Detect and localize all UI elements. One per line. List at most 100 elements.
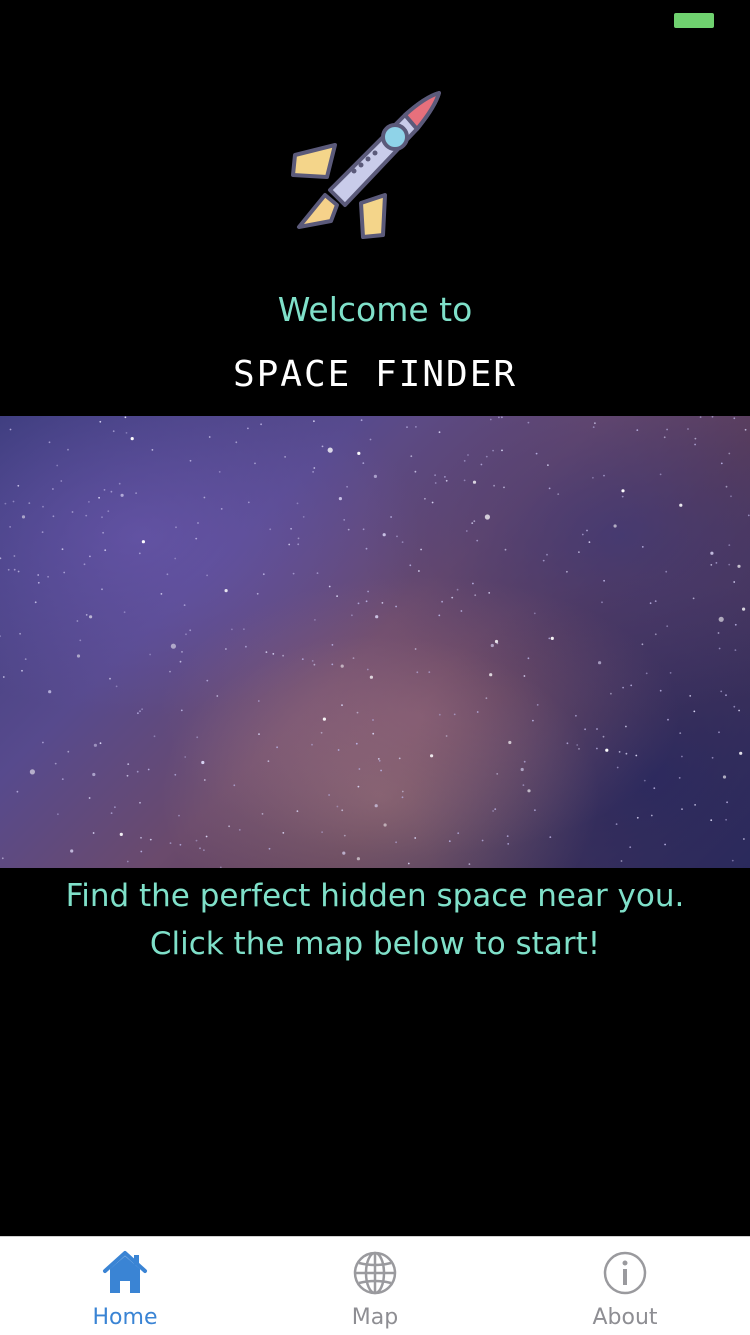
star — [7, 568, 10, 571]
star — [566, 570, 568, 573]
star — [93, 743, 97, 747]
star — [153, 735, 156, 738]
star — [641, 546, 644, 548]
star — [63, 571, 66, 574]
star — [103, 489, 106, 491]
star — [549, 836, 552, 838]
star — [734, 623, 737, 626]
star — [71, 511, 74, 513]
star — [592, 426, 595, 428]
star — [149, 838, 152, 841]
star — [67, 448, 69, 451]
star — [245, 645, 247, 648]
star — [352, 657, 355, 659]
app-title: SPACE FINDER — [232, 354, 518, 395]
star — [120, 493, 124, 497]
star — [398, 757, 401, 760]
star — [139, 710, 141, 713]
star — [322, 717, 326, 721]
star — [358, 768, 361, 770]
star — [666, 428, 668, 431]
star — [725, 694, 727, 697]
star — [596, 747, 598, 750]
star — [367, 590, 369, 593]
star — [605, 748, 609, 752]
star — [465, 530, 468, 532]
star — [76, 620, 79, 622]
tab-map-label: Map — [351, 1305, 399, 1330]
star — [664, 843, 666, 846]
star — [420, 548, 422, 551]
tagline: Find the perfect hidden space near you. … — [0, 872, 750, 968]
star — [180, 709, 183, 712]
star — [110, 490, 113, 493]
star — [715, 562, 718, 564]
star — [115, 685, 118, 688]
star — [189, 629, 192, 632]
star — [441, 600, 443, 603]
star — [136, 770, 139, 773]
star — [438, 614, 441, 617]
star — [578, 748, 580, 750]
star — [284, 456, 286, 458]
star — [140, 836, 142, 839]
star — [258, 733, 260, 735]
star — [576, 744, 579, 746]
star — [110, 812, 113, 814]
tab-map[interactable]: Map — [250, 1237, 500, 1335]
star — [681, 755, 683, 758]
star — [584, 728, 586, 731]
star — [356, 711, 359, 714]
star — [733, 705, 736, 708]
star — [178, 814, 180, 817]
star — [118, 482, 121, 485]
star — [0, 557, 2, 560]
tab-about[interactable]: About — [500, 1237, 750, 1335]
star — [527, 421, 530, 424]
star — [206, 679, 209, 682]
star — [235, 441, 238, 444]
star — [256, 592, 259, 595]
star — [728, 563, 731, 566]
star — [679, 732, 682, 734]
star — [616, 766, 619, 769]
star — [197, 522, 199, 524]
star — [101, 516, 103, 519]
star — [288, 543, 291, 546]
star — [76, 654, 81, 658]
star — [127, 763, 130, 765]
star — [261, 813, 264, 815]
star — [728, 452, 731, 455]
star — [409, 564, 412, 567]
star — [135, 492, 138, 494]
star — [485, 697, 488, 700]
star — [377, 758, 380, 760]
star — [29, 769, 35, 775]
star — [313, 420, 315, 423]
star — [357, 785, 360, 788]
star — [37, 574, 40, 576]
star — [297, 543, 300, 546]
star — [130, 437, 134, 441]
star — [185, 633, 187, 636]
star — [536, 704, 539, 706]
tagline-line-2: Click the map below to start! — [149, 926, 601, 962]
star — [430, 754, 434, 758]
star — [527, 789, 531, 793]
star — [401, 790, 404, 793]
star — [101, 588, 103, 591]
star — [372, 732, 375, 735]
star — [506, 835, 509, 837]
star — [414, 837, 417, 839]
star — [290, 527, 292, 530]
tagline-line-1: Find the perfect hidden space near you. — [65, 878, 685, 914]
star — [205, 835, 208, 838]
star — [233, 784, 236, 787]
star — [731, 859, 734, 862]
tab-home[interactable]: Home — [0, 1237, 250, 1335]
star — [174, 773, 177, 776]
star — [336, 595, 338, 597]
star — [679, 503, 683, 507]
star — [125, 432, 128, 434]
info-icon — [601, 1249, 649, 1297]
